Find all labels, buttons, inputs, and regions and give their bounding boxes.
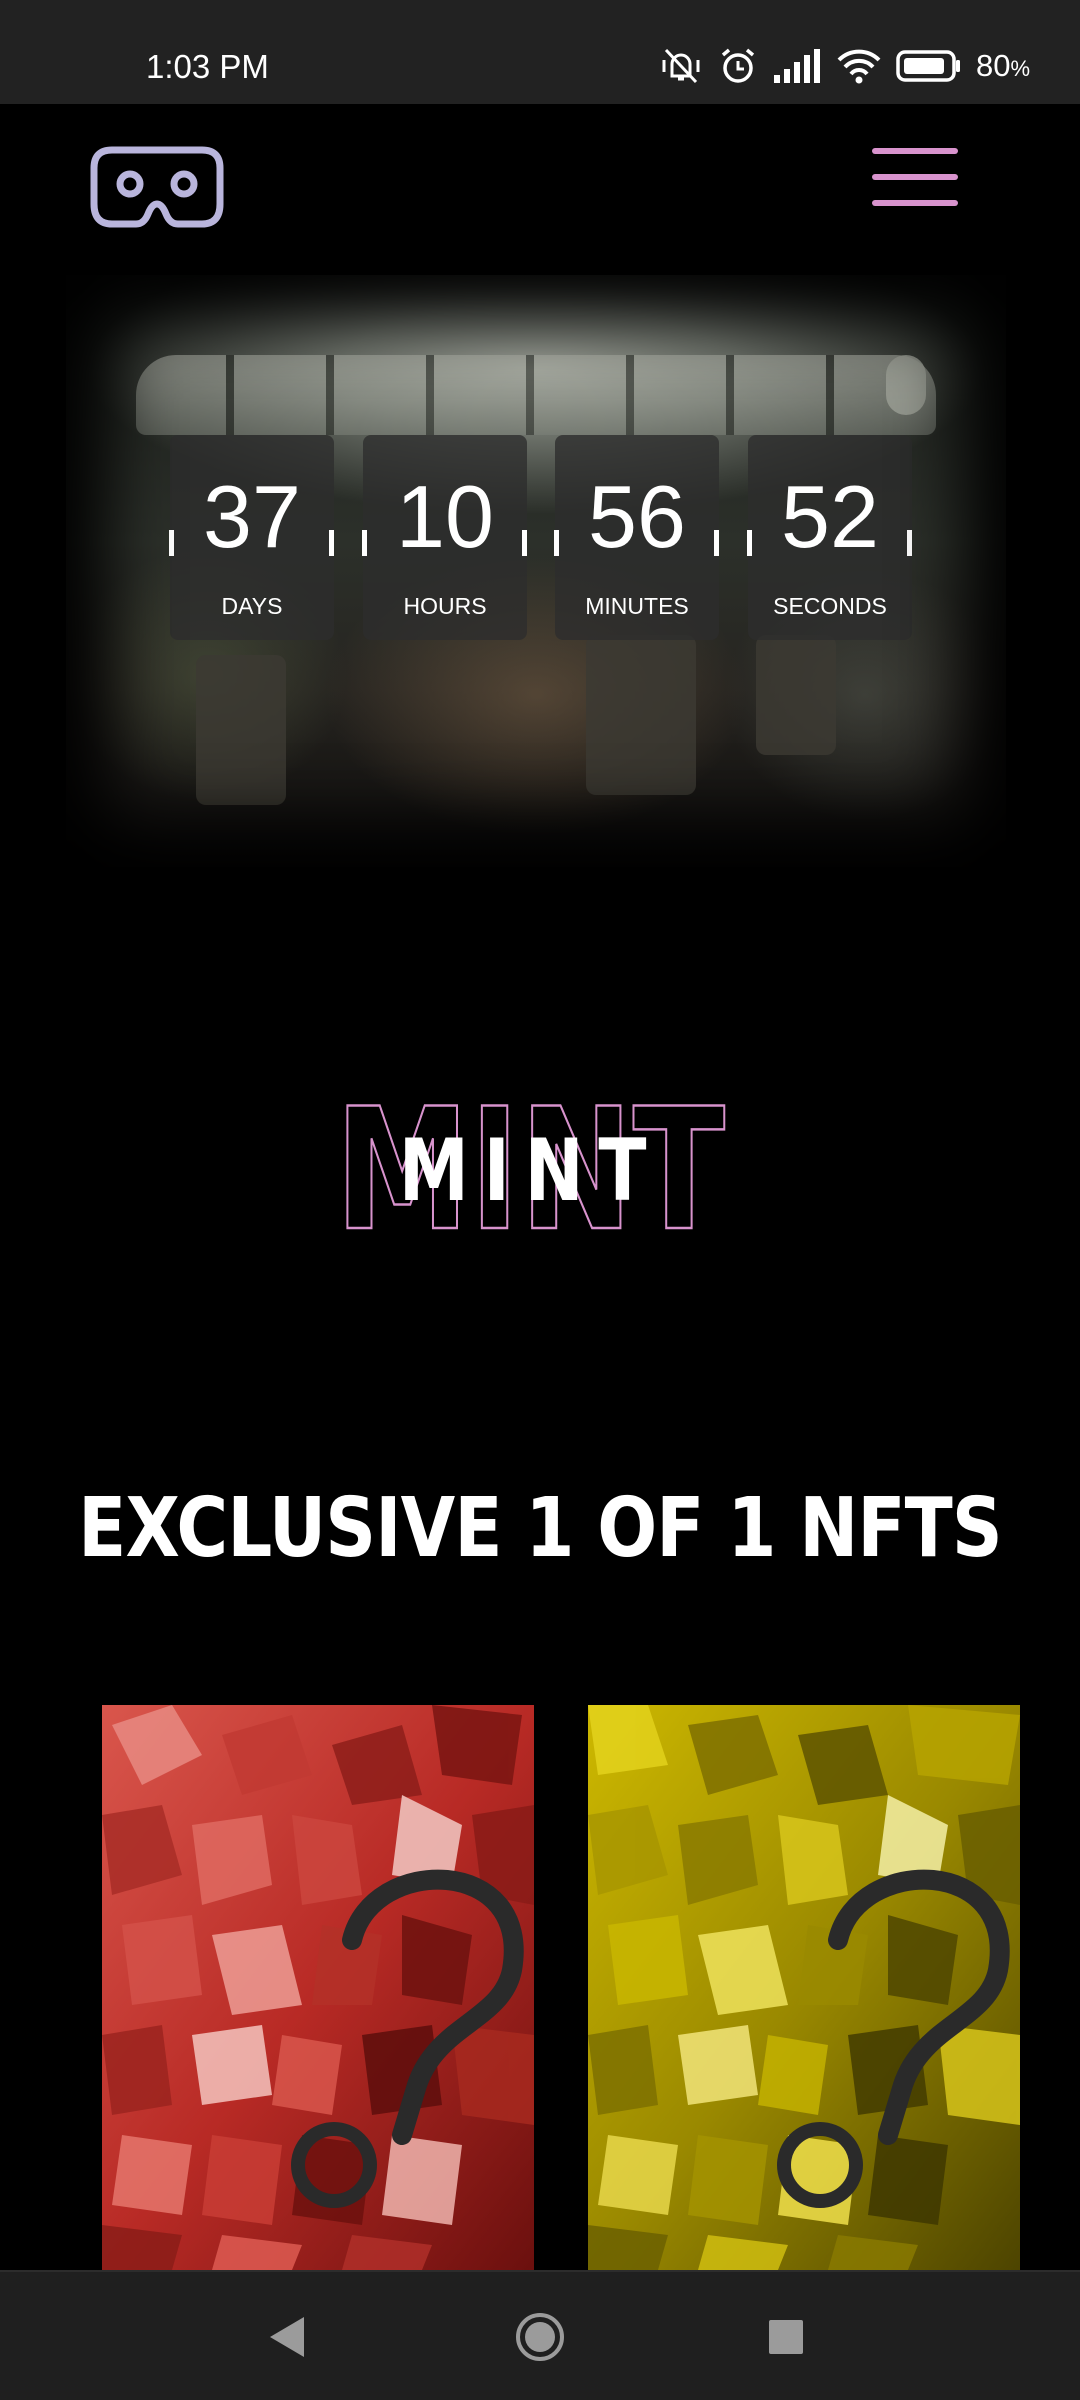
mosaic-background — [588, 1705, 1020, 2270]
nft-card-yellow[interactable] — [588, 1705, 1020, 2270]
countdown-minutes: 56 MINUTES — [555, 435, 719, 640]
mosaic-background — [102, 1705, 534, 2270]
status-time: 1:03 PM — [146, 48, 269, 85]
countdown-seconds: 52 SECONDS — [748, 435, 912, 640]
divider — [714, 530, 719, 556]
divider — [169, 530, 174, 556]
back-triangle-icon[interactable] — [238, 2272, 338, 2400]
status-icons: 80% — [658, 44, 1030, 88]
divider — [362, 530, 367, 556]
wifi-icon — [837, 49, 881, 84]
divider — [522, 530, 527, 556]
home-circle-icon[interactable] — [490, 2272, 590, 2400]
status-bar: 1:03 PM 80% — [0, 0, 1080, 104]
battery-percentage: 80% — [975, 48, 1030, 83]
mute-vibrate-icon — [662, 48, 700, 84]
countdown-days: 37 DAYS — [170, 435, 334, 640]
mint-title: MINT — [398, 1121, 662, 1221]
battery-icon — [896, 50, 960, 82]
nft-card-red[interactable] — [102, 1705, 534, 2270]
signal-icon — [773, 49, 820, 83]
system-nav-bar — [0, 2270, 1080, 2400]
countdown-hours: 10 HOURS — [363, 435, 527, 640]
divider — [329, 530, 334, 556]
countdown-hero: 37 DAYS 10 HOURS 56 MINUTES 52 SECONDS — [66, 275, 1006, 867]
recents-square-icon[interactable] — [736, 2272, 836, 2400]
nft-section-heading: EXCLUSIVE 1 OF 1 NFTS — [78, 1481, 1003, 1576]
divider — [907, 530, 912, 556]
vr-headset-icon[interactable] — [90, 146, 224, 232]
hamburger-menu-icon[interactable] — [872, 144, 958, 210]
hero-background-art — [136, 355, 936, 435]
divider — [747, 530, 752, 556]
divider — [554, 530, 559, 556]
alarm-icon — [721, 48, 755, 83]
